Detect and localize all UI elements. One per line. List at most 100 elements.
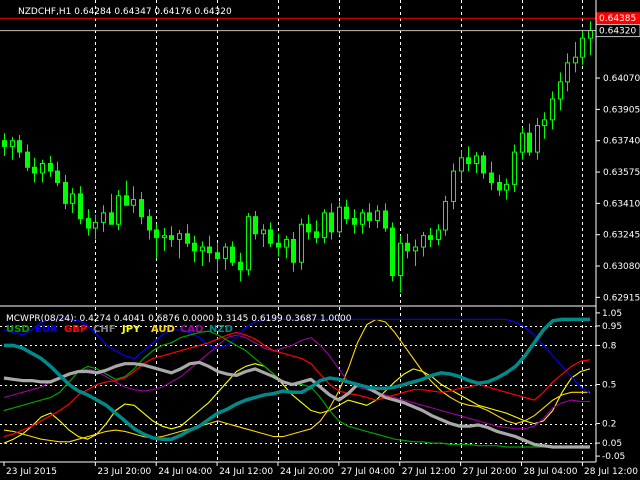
candle-body-bear (253, 216, 258, 235)
time-tick-label: 28 Jul 04:00 (524, 467, 578, 477)
candle-body-bear (405, 242, 410, 252)
candle-body-bear (17, 140, 22, 153)
time-tick-label: 28 Jul 12:00 (584, 467, 638, 477)
level-tick-label: -0.05 (602, 452, 625, 462)
legend-chf: CHF (93, 324, 116, 335)
price-tick-label: 0.63080 (603, 262, 640, 272)
candle-body-bull (565, 62, 570, 83)
price-tick-label: 0.64070 (603, 74, 640, 84)
candle-body-bear (344, 206, 349, 220)
candle-body-bear (124, 195, 129, 206)
candle-body-bear (109, 212, 114, 225)
legend-aud: AUD (151, 324, 175, 335)
legend-jpy: JPY (121, 324, 141, 335)
candle-body-bull (512, 151, 517, 185)
candle-body-bull (223, 246, 228, 259)
candle-body-bear (192, 242, 197, 252)
candle-body-bull (131, 199, 136, 206)
candle-body-bull (93, 221, 98, 229)
candle-body-bull (542, 119, 547, 127)
candle-body-bear (481, 155, 486, 174)
candle-body-bear (291, 238, 296, 263)
candle-body-bull (200, 246, 205, 252)
candle-body-bull (375, 210, 380, 221)
candle-body-bear (268, 229, 273, 244)
candle-body-bear (466, 157, 471, 164)
candle-body-bull (573, 56, 578, 64)
bid-price-tag: 0.64320 (595, 24, 640, 38)
candle-body-bull (70, 193, 75, 204)
time-tick-label: 23 Jul 2015 (6, 467, 57, 477)
candle-body-bull (550, 98, 555, 121)
candle-body-bull (520, 132, 525, 153)
candle-body-bear (78, 193, 83, 220)
candle-body-bear (185, 233, 190, 244)
candle-body-bear (497, 181, 502, 191)
price-tick-label: 0.63245 (603, 231, 640, 241)
candle-body-bear (527, 132, 532, 153)
candle-body-bear (139, 199, 144, 218)
level-tick-label: 0.95 (602, 322, 622, 332)
candle-body-bull (322, 212, 327, 239)
candle-body-bear (55, 170, 60, 183)
candle-body-bear (86, 218, 91, 229)
level-tick-label: 0.05 (602, 439, 622, 449)
candle-body-bear (154, 229, 159, 239)
legend-nzd: NZD (209, 324, 233, 335)
candle-body-bull (535, 125, 540, 153)
level-tick-label: 0.2 (602, 420, 616, 430)
candle-body-bull (504, 183, 509, 191)
candle-body-bull (436, 229, 441, 240)
candle-body-bull (398, 242, 403, 277)
candle-body-bear (215, 252, 220, 259)
candle-body-bull (443, 200, 448, 231)
candle-body-bear (169, 235, 174, 240)
candle-body-bull (413, 246, 418, 252)
candle-body-bear (428, 235, 433, 240)
level-tick-label: 0.8 (602, 341, 617, 351)
candle-body-bull (474, 155, 479, 164)
candle-body-bull (337, 206, 342, 233)
candle-body-bear (32, 166, 37, 174)
ask-price-tag: 0.64385 (596, 12, 640, 24)
time-tick-label: 23 Jul 20:00 (97, 467, 151, 477)
candle-body-bear (48, 162, 53, 172)
level-tick-label: 0.5 (602, 381, 616, 391)
candle-body-bear (230, 246, 235, 263)
candle-body-bull (177, 233, 182, 240)
candle-body-bull (162, 235, 167, 239)
candle-body-bear (147, 216, 152, 231)
time-tick-label: 24 Jul 04:00 (158, 467, 212, 477)
chart-canvas[interactable]: NZDCHF,H1 0.64284 0.64347 0.64176 0.6432… (0, 0, 640, 480)
candle-body-bear (25, 151, 30, 168)
candle-body-bull (299, 223, 304, 263)
candle-body-bull (558, 81, 563, 100)
candle-body-bull (40, 162, 45, 174)
candle-body-bear (390, 227, 395, 277)
candle-body-bear (276, 242, 281, 248)
time-tick-label: 27 Jul 20:00 (463, 467, 517, 477)
candle-body-bear (489, 172, 494, 183)
time-tick-label: 24 Jul 12:00 (219, 467, 273, 477)
level-tick-label: 1.05 (602, 309, 622, 319)
time-tick-label: 24 Jul 20:00 (280, 467, 334, 477)
price-tick-label: 0.63575 (603, 168, 640, 178)
candle-body-bull (261, 229, 266, 235)
candle-body-bull (101, 212, 106, 223)
candle-body-bull (580, 37, 585, 58)
candle-body-bear (314, 231, 319, 239)
price-tick-label: 0.62915 (603, 293, 640, 303)
candle-body-bull (246, 216, 251, 271)
candle-body-bear (207, 246, 212, 254)
candle-body-bear (352, 218, 357, 225)
candle-body-bull (421, 235, 426, 248)
svg-text:0.64320: 0.64320 (599, 27, 636, 37)
candle-body-bear (63, 181, 68, 204)
candle-body-bull (10, 140, 15, 147)
legend-usd: USD (6, 324, 30, 335)
candle-body-bear (383, 210, 388, 229)
symbol-info: NZDCHF,H1 0.64284 0.64347 0.64176 0.6432… (18, 7, 232, 17)
candle-body-bear (238, 261, 243, 271)
candle-body-bear (306, 223, 311, 233)
price-tick-label: 0.63410 (603, 199, 640, 209)
